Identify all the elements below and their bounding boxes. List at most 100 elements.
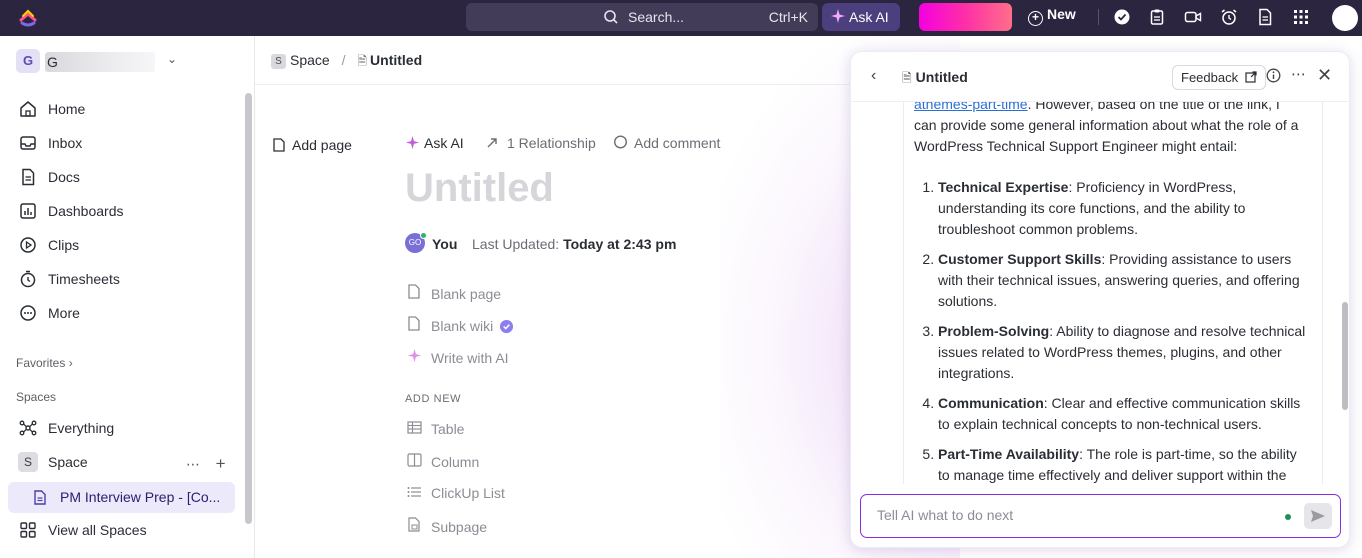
blank-wiki-option[interactable]: Blank wiki <box>405 316 514 334</box>
ask-ai-button[interactable]: Ask AI <box>822 3 900 31</box>
scrollbar-thumb[interactable] <box>1342 302 1348 410</box>
breadcrumb-space[interactable]: S Space <box>271 52 330 69</box>
add-column-option[interactable]: Column <box>405 453 479 470</box>
sidebar-item-label: Clips <box>48 237 80 253</box>
send-icon <box>1311 510 1325 522</box>
ellipsis-icon[interactable]: ⋯ <box>186 456 201 472</box>
add-subpage-option[interactable]: Subpage <box>405 517 487 535</box>
feedback-button[interactable]: Feedback <box>1172 65 1266 90</box>
write-with-ai-option[interactable]: Write with AI <box>405 348 509 366</box>
search-icon <box>604 10 618 24</box>
add-new-heading: ADD NEW <box>405 393 462 405</box>
workspace-badge: G <box>16 49 40 73</box>
alarm-clock-icon[interactable] <box>1220 8 1238 26</box>
search-placeholder: Search... <box>628 9 685 25</box>
point-title: Problem-Solving <box>938 323 1050 339</box>
add-page-button[interactable]: Add page <box>272 137 352 153</box>
source-link[interactable]: athemes-part-time <box>914 102 1028 112</box>
ai-panel-scrollbar[interactable] <box>1341 102 1349 484</box>
list-item: Communication: Clear and effective commu… <box>938 393 1306 435</box>
point-title: Technical Expertise <box>938 179 1069 195</box>
blank-page-option[interactable]: Blank page <box>405 284 501 302</box>
more-icon <box>20 305 36 321</box>
new-button[interactable]: + New <box>1028 6 1076 26</box>
sparkle-icon <box>405 135 420 150</box>
close-icon[interactable]: ✕ <box>1317 65 1332 86</box>
check-circle-icon[interactable] <box>1113 8 1131 26</box>
last-updated: Last Updated: Today at 2:43 pm <box>472 236 676 252</box>
new-label: New <box>1047 6 1076 22</box>
list-item: Problem-Solving: Ability to diagnose and… <box>938 321 1306 384</box>
ai-panel-header: ‹ 🗎 Untitled Feedback ⋯ ✕ <box>851 52 1349 102</box>
feedback-label: Feedback <box>1181 70 1239 85</box>
add-table-option[interactable]: Table <box>405 421 464 437</box>
breadcrumb-current[interactable]: 🗎 Untitled <box>357 52 422 68</box>
sidebar-item-label: Space <box>48 454 88 470</box>
response-list: Technical Expertise: Proficiency in Word… <box>914 177 1306 484</box>
document-icon[interactable] <box>1256 8 1274 26</box>
dashboards-icon <box>20 203 36 219</box>
workspace-name: G <box>45 52 155 72</box>
sidebar-item-label: PM Interview Prep - [Co... <box>60 489 221 505</box>
space-actions: ⋯ + <box>186 454 227 474</box>
user-avatar[interactable] <box>1332 5 1358 31</box>
doc-icon: 🗎 <box>357 54 368 68</box>
page-title-input[interactable]: Untitled <box>405 166 554 211</box>
back-arrow-icon[interactable]: ‹ <box>871 67 876 85</box>
add-page-label: Add page <box>292 137 352 153</box>
add-clickup-list-option[interactable]: ClickUp List <box>405 485 505 501</box>
page-icon <box>405 284 423 302</box>
breadcrumb-space-label: Space <box>290 52 330 68</box>
search-bar[interactable]: Search... Ctrl+K <box>466 3 818 31</box>
add-comment-button[interactable]: Add comment <box>613 135 720 151</box>
ai-panel-title: 🗎 Untitled <box>902 69 968 90</box>
plus-icon[interactable]: + <box>216 454 227 473</box>
sidebar-item-label: Inbox <box>48 135 83 151</box>
sparkle-icon <box>405 348 423 366</box>
favorites-section[interactable]: Favorites › <box>16 356 73 370</box>
option-label: ClickUp List <box>431 485 505 501</box>
ellipsis-icon[interactable]: ⋯ <box>1291 65 1306 83</box>
search-shortcut: Ctrl+K <box>768 9 808 25</box>
comment-icon <box>613 135 628 149</box>
list-icon <box>405 485 423 501</box>
option-label: Table <box>431 421 465 437</box>
last-updated-label: Last Updated: <box>472 236 560 252</box>
option-label: Column <box>431 454 480 470</box>
point-title: Part-Time Availability <box>938 446 1080 462</box>
point-title: Communication <box>938 395 1044 411</box>
chevron-right-icon: › <box>68 356 73 370</box>
last-updated-value: Today at 2:43 pm <box>563 236 677 252</box>
info-icon[interactable] <box>1266 68 1281 87</box>
send-button[interactable] <box>1304 503 1332 529</box>
add-page-icon <box>273 138 285 152</box>
doc-ask-ai-button[interactable]: Ask AI <box>405 135 464 151</box>
column-icon <box>405 453 423 470</box>
sidebar-item-label: View all Spaces <box>48 522 147 538</box>
upgrade-button[interactable] <box>919 3 1012 31</box>
chevron-down-icon: ⌄ <box>167 52 178 66</box>
breadcrumb-current-label: Untitled <box>370 52 423 68</box>
top-bar: Search... Ctrl+K Ask AI + New <box>0 0 1362 36</box>
sparkle-icon <box>830 8 846 27</box>
online-status-indicator <box>420 232 427 239</box>
option-label: Write with AI <box>431 350 509 366</box>
table-icon <box>405 421 423 437</box>
doc-icon: 🗎 <box>902 71 912 85</box>
sidebar-scrollbar[interactable] <box>245 93 252 524</box>
clickup-logo-icon[interactable] <box>18 7 38 27</box>
ai-prompt-input[interactable] <box>877 507 1277 523</box>
video-icon[interactable] <box>1184 8 1202 26</box>
clips-icon <box>20 237 36 253</box>
spaces-label: Spaces <box>16 390 57 404</box>
author-name: You <box>432 236 458 252</box>
clipboard-icon[interactable] <box>1148 8 1166 26</box>
status-dot <box>1285 514 1291 520</box>
sidebar-item-pm-interview-prep[interactable]: PM Interview Prep - [Co... <box>8 482 235 513</box>
sidebar-item-label: More <box>48 305 80 321</box>
apps-grid-icon[interactable] <box>1292 8 1310 26</box>
relationship-button[interactable]: 1 Relationship <box>485 135 596 151</box>
ask-ai-label: Ask AI <box>424 135 464 151</box>
space-badge: S <box>271 54 286 69</box>
subpage-icon <box>405 517 423 535</box>
